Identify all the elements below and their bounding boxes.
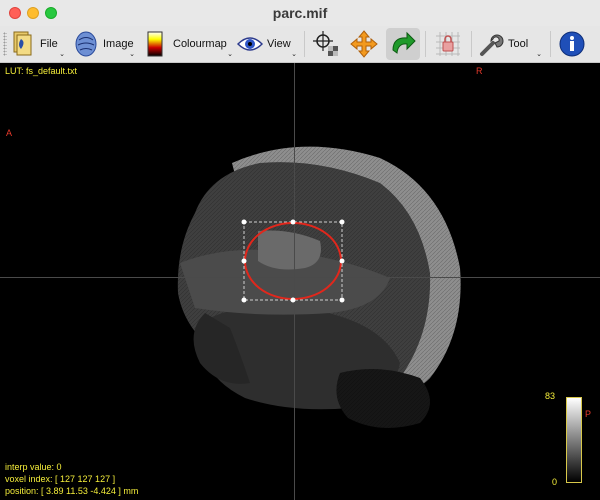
- crosshair-icon: [313, 31, 338, 56]
- image-icon: [75, 31, 97, 57]
- roi-handle[interactable]: [290, 297, 296, 303]
- colourmap-icon: [147, 31, 163, 57]
- crosshair-tool-button[interactable]: [310, 28, 342, 60]
- lut-label: LUT: fs_default.txt: [5, 66, 78, 76]
- orientation-posterior-label: P: [585, 409, 592, 419]
- rotate-icon: [392, 31, 416, 54]
- tool-icon: [480, 34, 504, 56]
- window-title: parc.mif: [272, 5, 328, 21]
- lock-icon: [436, 32, 460, 56]
- info-icon: [559, 31, 585, 57]
- colourmap-menu-label: Colourmap: [173, 38, 227, 50]
- chevron-down-icon: ⌄: [59, 51, 65, 58]
- toolbar-separator: [304, 31, 305, 57]
- toolbar-grip[interactable]: [3, 32, 7, 56]
- view-menu-label: View: [267, 38, 291, 50]
- toolbar: File ⌄ Image ⌄ Colourmap ⌄ View ⌄ Tool ⌄: [0, 26, 600, 63]
- rotate-tool-button[interactable]: [386, 28, 420, 60]
- move-icon: [350, 30, 378, 58]
- view-menu-button[interactable]: View ⌄: [237, 28, 297, 60]
- image-menu-label: Image: [103, 38, 134, 50]
- move-tool-button[interactable]: [348, 28, 380, 60]
- lock-button[interactable]: [430, 28, 466, 60]
- roi-handle[interactable]: [339, 297, 345, 303]
- app-window: parc.mif File ⌄ Image ⌄ Colourmap ⌄ View…: [0, 0, 600, 500]
- chevron-down-icon: ⌄: [291, 51, 297, 58]
- image-menu-button[interactable]: Image ⌄: [73, 28, 135, 60]
- colourmap-menu-button[interactable]: Colourmap ⌄: [143, 28, 233, 60]
- roi-ellipse[interactable]: [244, 222, 342, 300]
- toolbar-separator: [471, 31, 472, 57]
- roi-selection[interactable]: [0, 63, 600, 500]
- roi-handle[interactable]: [241, 219, 247, 225]
- image-viewport[interactable]: LUT: fs_default.txt R A 83 P 0 interp va…: [0, 63, 600, 500]
- file-menu-label: File: [40, 38, 58, 50]
- position-readout: position: [ 3.89 11.53 -4.424 ] mm: [5, 486, 139, 496]
- view-icon: [237, 37, 263, 51]
- roi-handle[interactable]: [339, 219, 345, 225]
- info-button[interactable]: [556, 28, 588, 60]
- colorbar-max-label: 83: [545, 391, 556, 401]
- toolbar-separator: [425, 31, 426, 57]
- file-icon: [13, 31, 32, 56]
- tool-menu-label: Tool: [508, 38, 529, 50]
- title-bar: parc.mif: [0, 0, 600, 26]
- colorbar-min-label: 0: [552, 477, 558, 487]
- orientation-anterior-label: A: [6, 128, 13, 138]
- roi-handle[interactable]: [290, 219, 296, 225]
- colorbar: [566, 397, 582, 483]
- tool-menu-button[interactable]: Tool ⌄: [478, 28, 542, 60]
- toolbar-separator: [550, 31, 551, 57]
- interp-value-readout: interp value: 0: [5, 462, 62, 472]
- chevron-down-icon: ⌄: [227, 51, 233, 58]
- roi-handle[interactable]: [339, 258, 345, 264]
- roi-handle[interactable]: [241, 258, 247, 264]
- chevron-down-icon: ⌄: [129, 51, 135, 58]
- orientation-right-label: R: [476, 66, 483, 76]
- voxel-index-readout: voxel index: [ 127 127 127 ]: [5, 474, 116, 484]
- roi-handle[interactable]: [241, 297, 247, 303]
- file-menu-button[interactable]: File ⌄: [10, 28, 65, 60]
- chevron-down-icon: ⌄: [536, 51, 542, 58]
